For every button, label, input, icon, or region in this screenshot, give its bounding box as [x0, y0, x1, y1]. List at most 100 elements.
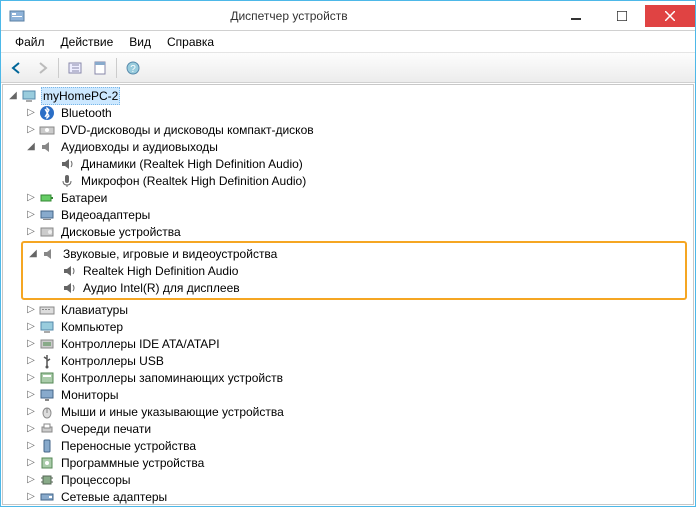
expand-icon[interactable]: ▷	[25, 304, 37, 316]
category-software[interactable]: ▷ Программные устройства	[5, 454, 693, 471]
disk-icon	[39, 224, 55, 240]
category-dvd[interactable]: ▷ DVD-дисководы и дисководы компакт-диск…	[5, 121, 693, 138]
computer-icon	[21, 88, 37, 104]
category-sound-devices[interactable]: ◢ Звуковые, игровые и видеоустройства	[23, 245, 685, 262]
category-label: Программные устройства	[59, 455, 206, 471]
titlebar: Диспетчер устройств	[1, 1, 695, 31]
speaker-icon	[61, 263, 77, 279]
device-speakers[interactable]: ▷ Динамики (Realtek High Definition Audi…	[5, 155, 693, 172]
expand-icon[interactable]: ▷	[25, 355, 37, 367]
back-button[interactable]	[5, 56, 29, 80]
bluetooth-icon	[39, 105, 55, 121]
expand-icon[interactable]: ▷	[25, 474, 37, 486]
show-hidden-button[interactable]	[63, 56, 87, 80]
toolbar-separator	[58, 58, 59, 78]
category-network[interactable]: ▷ Сетевые адаптеры	[5, 488, 693, 505]
maximize-button[interactable]	[599, 5, 645, 27]
window-title: Диспетчер устройств	[25, 9, 553, 23]
expand-icon[interactable]: ▷	[25, 389, 37, 401]
usb-icon	[39, 353, 55, 369]
expand-icon[interactable]: ▷	[25, 124, 37, 136]
category-keyboards[interactable]: ▷ Клавиатуры	[5, 301, 693, 318]
menubar: Файл Действие Вид Справка	[1, 31, 695, 53]
forward-button[interactable]	[30, 56, 54, 80]
help-button[interactable]: ?	[121, 56, 145, 80]
category-print-queues[interactable]: ▷ Очереди печати	[5, 420, 693, 437]
expand-icon[interactable]: ▷	[25, 457, 37, 469]
expand-icon[interactable]: ▷	[25, 107, 37, 119]
expand-icon[interactable]: ▷	[25, 226, 37, 238]
device-realtek-hd[interactable]: ▷ Realtek High Definition Audio	[23, 262, 685, 279]
expand-icon[interactable]: ▷	[25, 423, 37, 435]
category-label: Переносные устройства	[59, 438, 198, 454]
monitor-icon	[39, 387, 55, 403]
category-label: Мыши и иные указывающие устройства	[59, 404, 286, 420]
category-label: Клавиатуры	[59, 302, 130, 318]
expand-icon[interactable]: ▷	[25, 338, 37, 350]
sound-device-icon	[41, 246, 57, 262]
expand-icon[interactable]: ▷	[25, 209, 37, 221]
category-label: Дисковые устройства	[59, 224, 183, 240]
collapse-icon[interactable]: ◢	[25, 141, 37, 153]
category-ide[interactable]: ▷ Контроллеры IDE ATA/ATAPI	[5, 335, 693, 352]
expand-icon[interactable]: ▷	[25, 406, 37, 418]
root-node[interactable]: ◢ myHomePC-2	[5, 87, 693, 104]
category-label: Аудиовходы и аудиовыходы	[59, 139, 220, 155]
category-label: Контроллеры USB	[59, 353, 166, 369]
toolbar-separator	[116, 58, 117, 78]
category-label: Компьютер	[59, 319, 125, 335]
category-portable[interactable]: ▷ Переносные устройства	[5, 437, 693, 454]
expand-icon[interactable]: ▷	[25, 491, 37, 503]
category-disk-drives[interactable]: ▷ Дисковые устройства	[5, 223, 693, 240]
speaker-icon	[59, 156, 75, 172]
category-display-adapters[interactable]: ▷ Видеоадаптеры	[5, 206, 693, 223]
display-adapter-icon	[39, 207, 55, 223]
ide-icon	[39, 336, 55, 352]
menu-file[interactable]: Файл	[7, 33, 53, 51]
category-label: Очереди печати	[59, 421, 153, 437]
category-label: Батареи	[59, 190, 109, 206]
menu-help[interactable]: Справка	[159, 33, 222, 51]
category-processors[interactable]: ▷ Процессоры	[5, 471, 693, 488]
category-label: Звуковые, игровые и видеоустройства	[61, 246, 279, 262]
category-label: Контроллеры запоминающих устройств	[59, 370, 285, 386]
device-label: Динамики (Realtek High Definition Audio)	[79, 156, 305, 172]
device-label: Аудио Intel(R) для дисплеев	[81, 280, 242, 296]
category-label: Bluetooth	[59, 105, 114, 121]
expand-icon[interactable]: ▷	[25, 192, 37, 204]
expand-icon[interactable]: ▷	[25, 321, 37, 333]
menu-view[interactable]: Вид	[121, 33, 159, 51]
category-audio-io[interactable]: ◢ Аудиовходы и аудиовыходы	[5, 138, 693, 155]
minimize-button[interactable]	[553, 5, 599, 27]
category-mice[interactable]: ▷ Мыши и иные указывающие устройства	[5, 403, 693, 420]
keyboard-icon	[39, 302, 55, 318]
expand-icon[interactable]: ▷	[25, 372, 37, 384]
device-microphone[interactable]: ▷ Микрофон (Realtek High Definition Audi…	[5, 172, 693, 189]
processor-icon	[39, 472, 55, 488]
category-label: Процессоры	[59, 472, 133, 488]
category-computer[interactable]: ▷ Компьютер	[5, 318, 693, 335]
network-adapter-icon	[39, 489, 55, 505]
device-intel-display-audio[interactable]: ▷ Аудио Intel(R) для дисплеев	[23, 279, 685, 296]
properties-button[interactable]	[88, 56, 112, 80]
computer-icon	[39, 319, 55, 335]
category-monitors[interactable]: ▷ Мониторы	[5, 386, 693, 403]
device-tree-panel[interactable]: ◢ myHomePC-2 ▷ Bluetooth ▷ DVD-дисководы…	[2, 84, 694, 505]
expand-icon[interactable]: ▷	[25, 440, 37, 452]
close-button[interactable]	[645, 5, 695, 27]
svg-text:?: ?	[130, 64, 136, 75]
collapse-icon[interactable]: ◢	[27, 248, 39, 260]
portable-device-icon	[39, 438, 55, 454]
category-storage-controllers[interactable]: ▷ Контроллеры запоминающих устройств	[5, 369, 693, 386]
menu-action[interactable]: Действие	[53, 33, 122, 51]
category-batteries[interactable]: ▷ Батареи	[5, 189, 693, 206]
category-label: DVD-дисководы и дисководы компакт-дисков	[59, 122, 316, 138]
category-label: Видеоадаптеры	[59, 207, 152, 223]
window-controls	[553, 5, 695, 27]
category-usb[interactable]: ▷ Контроллеры USB	[5, 352, 693, 369]
collapse-icon[interactable]: ◢	[7, 90, 19, 102]
audio-io-icon	[39, 139, 55, 155]
category-bluetooth[interactable]: ▷ Bluetooth	[5, 104, 693, 121]
battery-icon	[39, 190, 55, 206]
disc-drive-icon	[39, 122, 55, 138]
